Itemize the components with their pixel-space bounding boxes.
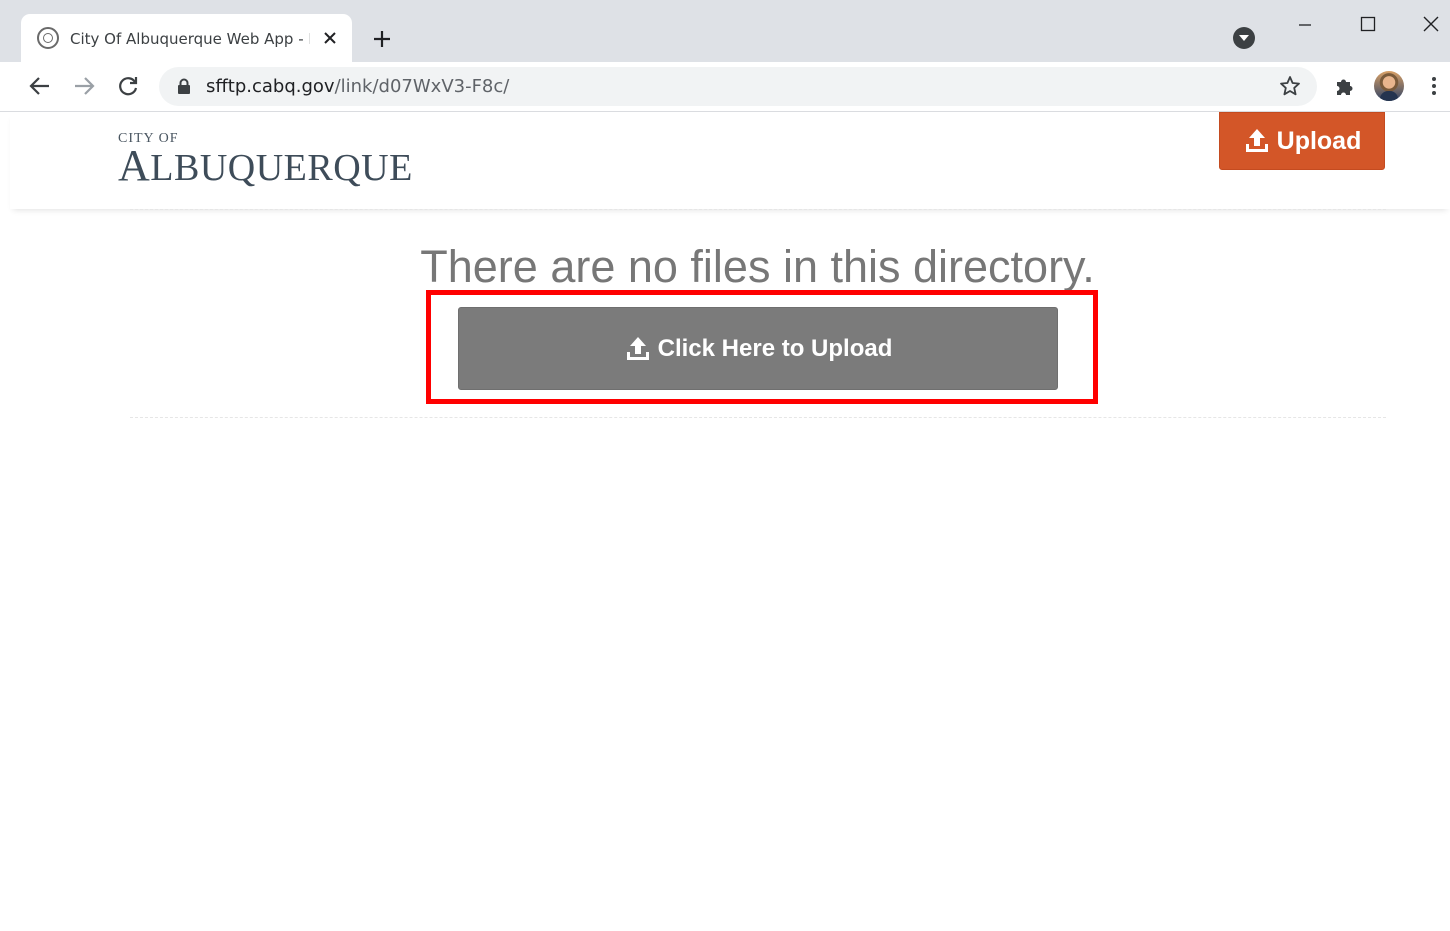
tab-title: City Of Albuquerque Web App - Fi [70,30,310,48]
browser-tab[interactable]: City Of Albuquerque Web App - Fi [21,14,352,62]
header-divider [130,209,1386,210]
city-seal-icon [37,27,59,49]
empty-directory-message: There are no files in this directory. [420,241,1095,292]
tab-search-icon[interactable] [1233,27,1255,49]
new-tab-icon[interactable] [368,25,396,53]
more-menu-icon[interactable] [1422,74,1446,98]
url-text: sfftp.cabq.gov/link/d07WxV3-F8c/ [206,75,509,98]
logo-small-text: CITY OF [118,131,179,146]
profile-avatar[interactable] [1374,71,1404,101]
close-tab-icon[interactable] [318,26,342,50]
minimize-icon[interactable] [1282,6,1328,42]
close-window-icon[interactable] [1408,6,1450,42]
browser-tab-strip: City Of Albuquerque Web App - Fi [0,0,1450,62]
url-host: sfftp.cabq.gov [206,76,335,97]
upload-button-label: Click Here to Upload [657,334,893,362]
upload-icon [626,336,649,360]
back-arrow-icon[interactable] [25,71,55,101]
logo-cap-letter: A [118,141,151,190]
content-divider [130,417,1386,418]
maximize-icon[interactable] [1345,6,1391,42]
header-upload-label: Upload [1276,126,1362,155]
url-path: /link/d07WxV3-F8c/ [334,76,510,97]
page-content: CITY OF ALBUQUERQUE Upload There are no … [10,112,1450,931]
city-logo[interactable]: CITY OF ALBUQUERQUE [118,131,413,189]
logo-rest-letters: LBUQUERQUE [150,147,413,189]
reload-icon[interactable] [113,71,143,101]
upload-icon [1245,129,1268,152]
logo-big-text: ALBUQUERQUE [118,144,413,189]
forward-arrow-icon[interactable] [69,71,99,101]
bookmark-star-icon[interactable] [1278,74,1302,98]
puzzle-icon[interactable] [1330,72,1358,100]
lock-icon [178,78,190,94]
site-header: CITY OF ALBUQUERQUE Upload [10,112,1450,209]
address-bar[interactable]: sfftp.cabq.gov/link/d07WxV3-F8c/ [159,67,1317,106]
browser-toolbar: sfftp.cabq.gov/link/d07WxV3-F8c/ [0,62,1450,112]
click-here-upload-button[interactable]: Click Here to Upload [458,307,1058,390]
header-upload-button[interactable]: Upload [1219,112,1385,170]
